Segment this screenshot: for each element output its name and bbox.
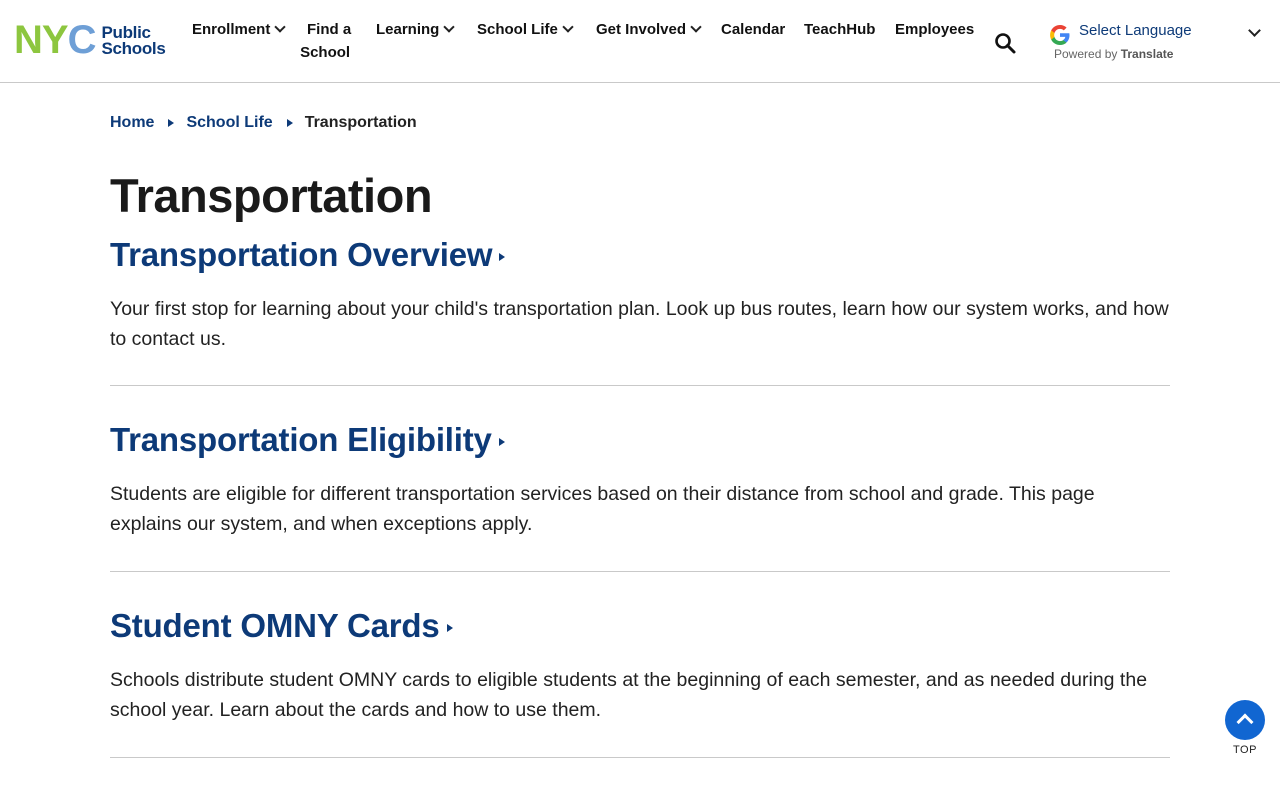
nav-teachhub-label: TeachHub: [804, 21, 876, 38]
nav-teachhub[interactable]: TeachHub: [804, 18, 875, 41]
nav-find-a-school-line1: Find a: [307, 21, 352, 38]
breadcrumb-home[interactable]: Home: [110, 114, 154, 132]
section-transportation-eligibility: Transportation Eligibility Students are …: [110, 421, 1170, 539]
logo-mark: NYC: [14, 18, 96, 62]
breadcrumb-school-life[interactable]: School Life: [186, 114, 272, 132]
breadcrumb-separator-icon: [286, 119, 293, 127]
logo-line-2: Schools: [101, 38, 166, 58]
translate-text: Translate: [1120, 47, 1174, 61]
back-to-top-label: TOP: [1233, 744, 1257, 756]
section-divider: [110, 385, 1170, 386]
nav-learning-label: Learning: [376, 21, 440, 38]
logo-text: Public Schools: [101, 24, 166, 58]
section-description: Students are eligible for different tran…: [110, 483, 1095, 535]
nav-school-life[interactable]: School Life: [477, 18, 574, 41]
search-button[interactable]: [992, 30, 1018, 56]
section-link-transportation-overview[interactable]: Transportation Overview: [110, 236, 506, 274]
section-description: Your first stop for learning about your …: [110, 298, 1169, 350]
nav-enrollment-label: Enrollment: [192, 21, 271, 38]
section-transportation-overview: Transportation Overview Your first stop …: [110, 236, 1170, 354]
caret-right-icon: [446, 624, 453, 632]
breadcrumb-separator-icon: [168, 119, 175, 127]
section-divider: [110, 571, 1170, 572]
nav-find-a-school-line2: School: [300, 44, 351, 61]
caret-right-icon: [498, 438, 505, 446]
chevron-down-icon: [1248, 24, 1261, 37]
nav-enrollment[interactable]: Enrollment: [192, 18, 287, 41]
chevron-down-icon: [690, 21, 702, 33]
section-title: Transportation Overview: [110, 236, 493, 273]
section-divider: [110, 757, 1170, 758]
nav-get-involved-label: Get Involved: [596, 21, 687, 38]
chevron-down-icon: [274, 21, 287, 33]
nav-school-life-label: School Life: [477, 21, 558, 38]
select-language-label: Select Language: [1079, 22, 1192, 39]
google-icon: [1050, 25, 1070, 45]
chevron-down-icon: [562, 21, 574, 33]
section-title: Student OMNY Cards: [110, 607, 440, 644]
powered-by-text: Powered by: [1054, 47, 1118, 61]
search-icon: [995, 33, 1016, 54]
section-student-omny-cards: Student OMNY Cards Schools distribute st…: [110, 607, 1170, 725]
nav-learning[interactable]: Learning: [376, 18, 456, 41]
breadcrumb: Home School Life Transportation: [110, 114, 417, 132]
nav-calendar-label: Calendar: [721, 21, 786, 38]
section-link-student-omny-cards[interactable]: Student OMNY Cards: [110, 607, 453, 645]
section-link-transportation-eligibility[interactable]: Transportation Eligibility: [110, 421, 505, 459]
breadcrumb-current: Transportation: [304, 114, 417, 131]
site-header: NYC Public Schools Enrollment Find a Sch…: [0, 0, 1280, 83]
nav-employees[interactable]: Employees: [895, 18, 974, 41]
powered-by-translate: Powered by Translate: [1054, 47, 1173, 61]
nyc-public-schools-logo[interactable]: NYC Public Schools: [14, 18, 166, 62]
nav-find-a-school[interactable]: Find a School: [299, 18, 351, 64]
caret-right-icon: [499, 253, 506, 261]
nav-calendar[interactable]: Calendar: [721, 18, 785, 41]
page-title: Transportation: [110, 169, 433, 222]
back-to-top-button[interactable]: [1225, 700, 1265, 740]
language-selector[interactable]: Select Language Powered by Translate: [1048, 20, 1270, 66]
chevron-up-icon: [1236, 713, 1254, 731]
nav-employees-label: Employees: [895, 21, 975, 38]
section-description: Schools distribute student OMNY cards to…: [110, 669, 1148, 721]
section-title: Transportation Eligibility: [110, 421, 492, 458]
nav-get-involved[interactable]: Get Involved: [596, 18, 702, 41]
chevron-down-icon: [443, 21, 456, 33]
